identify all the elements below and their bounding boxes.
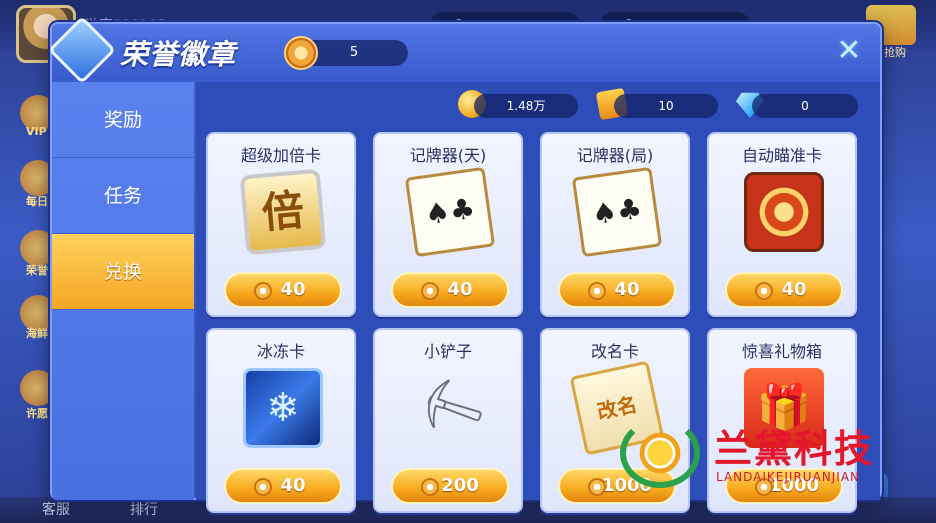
item-name: 自动瞄准卡 <box>741 146 822 165</box>
item-name: 改名卡 <box>590 342 639 361</box>
diamond-balance: 0 <box>752 94 858 118</box>
lobby-daily-label: 每日 <box>26 195 48 208</box>
auto-aim-icon <box>744 172 824 252</box>
buy-button[interactable]: 40 <box>224 272 342 308</box>
close-button[interactable]: ✕ <box>834 36 864 66</box>
buy-button[interactable]: 200 <box>391 468 509 504</box>
watermark-logo-icon <box>620 418 700 488</box>
item-price: 200 <box>441 475 479 496</box>
shovel-icon: ⛏ <box>408 367 492 449</box>
lobby-wish-label: 许愿 <box>26 407 48 420</box>
shop-item-card[interactable]: 记牌器(局) ♠♣ 40 <box>540 132 690 317</box>
honor-coin-icon <box>421 282 439 300</box>
card-counter-day-icon: ♠♣ <box>404 166 496 258</box>
shop-item-card[interactable]: 小铲子 ⛏ 200 <box>373 328 523 513</box>
watermark-text: 兰黛科技 <box>714 427 875 471</box>
buy-button[interactable]: 40 <box>391 272 509 308</box>
tab-reward[interactable]: 奖励 <box>52 82 194 158</box>
item-name: 记牌器(局) <box>576 146 654 165</box>
freeze-card-icon: ❄ <box>243 368 323 448</box>
item-price: 40 <box>280 475 306 496</box>
gold-coin-balance: 1.48万 <box>474 94 578 118</box>
dialog-header: 荣誉徽章 5 ✕ <box>48 16 880 84</box>
buy-button[interactable]: 40 <box>725 272 843 308</box>
title-badge-icon <box>48 16 116 84</box>
item-price: 40 <box>781 279 807 300</box>
tab-exchange[interactable]: 兑换 <box>52 234 194 310</box>
lobby-seafood-label: 海鲜 <box>26 327 48 340</box>
shop-item-card[interactable]: 超级加倍卡 倍 40 <box>206 132 356 317</box>
lobby-honor-label: 荣誉 <box>26 264 48 277</box>
item-name: 小铲子 <box>423 342 472 361</box>
shop-item-card[interactable]: 冰冻卡 ❄ 40 <box>206 328 356 513</box>
item-name: 超级加倍卡 <box>240 146 321 165</box>
honor-coin-icon <box>254 282 272 300</box>
ticket-balance: 10 <box>614 94 718 118</box>
buy-button[interactable]: 40 <box>558 272 676 308</box>
dialog-title: 荣誉徽章 <box>120 38 237 71</box>
item-price: 40 <box>614 279 640 300</box>
buy-button[interactable]: 40 <box>224 468 342 504</box>
honor-coin-icon <box>588 282 606 300</box>
honor-medal-icon <box>284 36 318 70</box>
watermark-subtext: LANDAIKEJIRUANJIAN <box>716 470 861 484</box>
shop-item-card[interactable]: 记牌器(天) ♠♣ 40 <box>373 132 523 317</box>
item-name: 记牌器(天) <box>409 146 487 165</box>
honor-coin-icon <box>254 478 272 496</box>
tab-task[interactable]: 任务 <box>52 158 194 234</box>
lobby-vip-label: VIP <box>26 125 47 138</box>
dialog-sidebar: 奖励 任务 兑换 <box>52 82 194 500</box>
honor-count-value: 5 <box>349 45 359 60</box>
nav-rank[interactable]: 排行 <box>130 499 158 519</box>
item-price: 40 <box>280 279 306 300</box>
item-price: 40 <box>447 279 473 300</box>
item-name: 冰冻卡 <box>256 342 305 361</box>
honor-coin-icon <box>755 282 773 300</box>
double-card-icon: 倍 <box>239 168 327 256</box>
item-name: 惊喜礼物箱 <box>741 342 822 361</box>
card-counter-round-icon: ♠♣ <box>571 166 663 258</box>
honor-coin-icon <box>588 478 606 496</box>
honor-coin-icon <box>421 478 439 496</box>
nav-service[interactable]: 客服 <box>42 499 70 519</box>
shop-item-card[interactable]: 自动瞄准卡 40 <box>707 132 857 317</box>
